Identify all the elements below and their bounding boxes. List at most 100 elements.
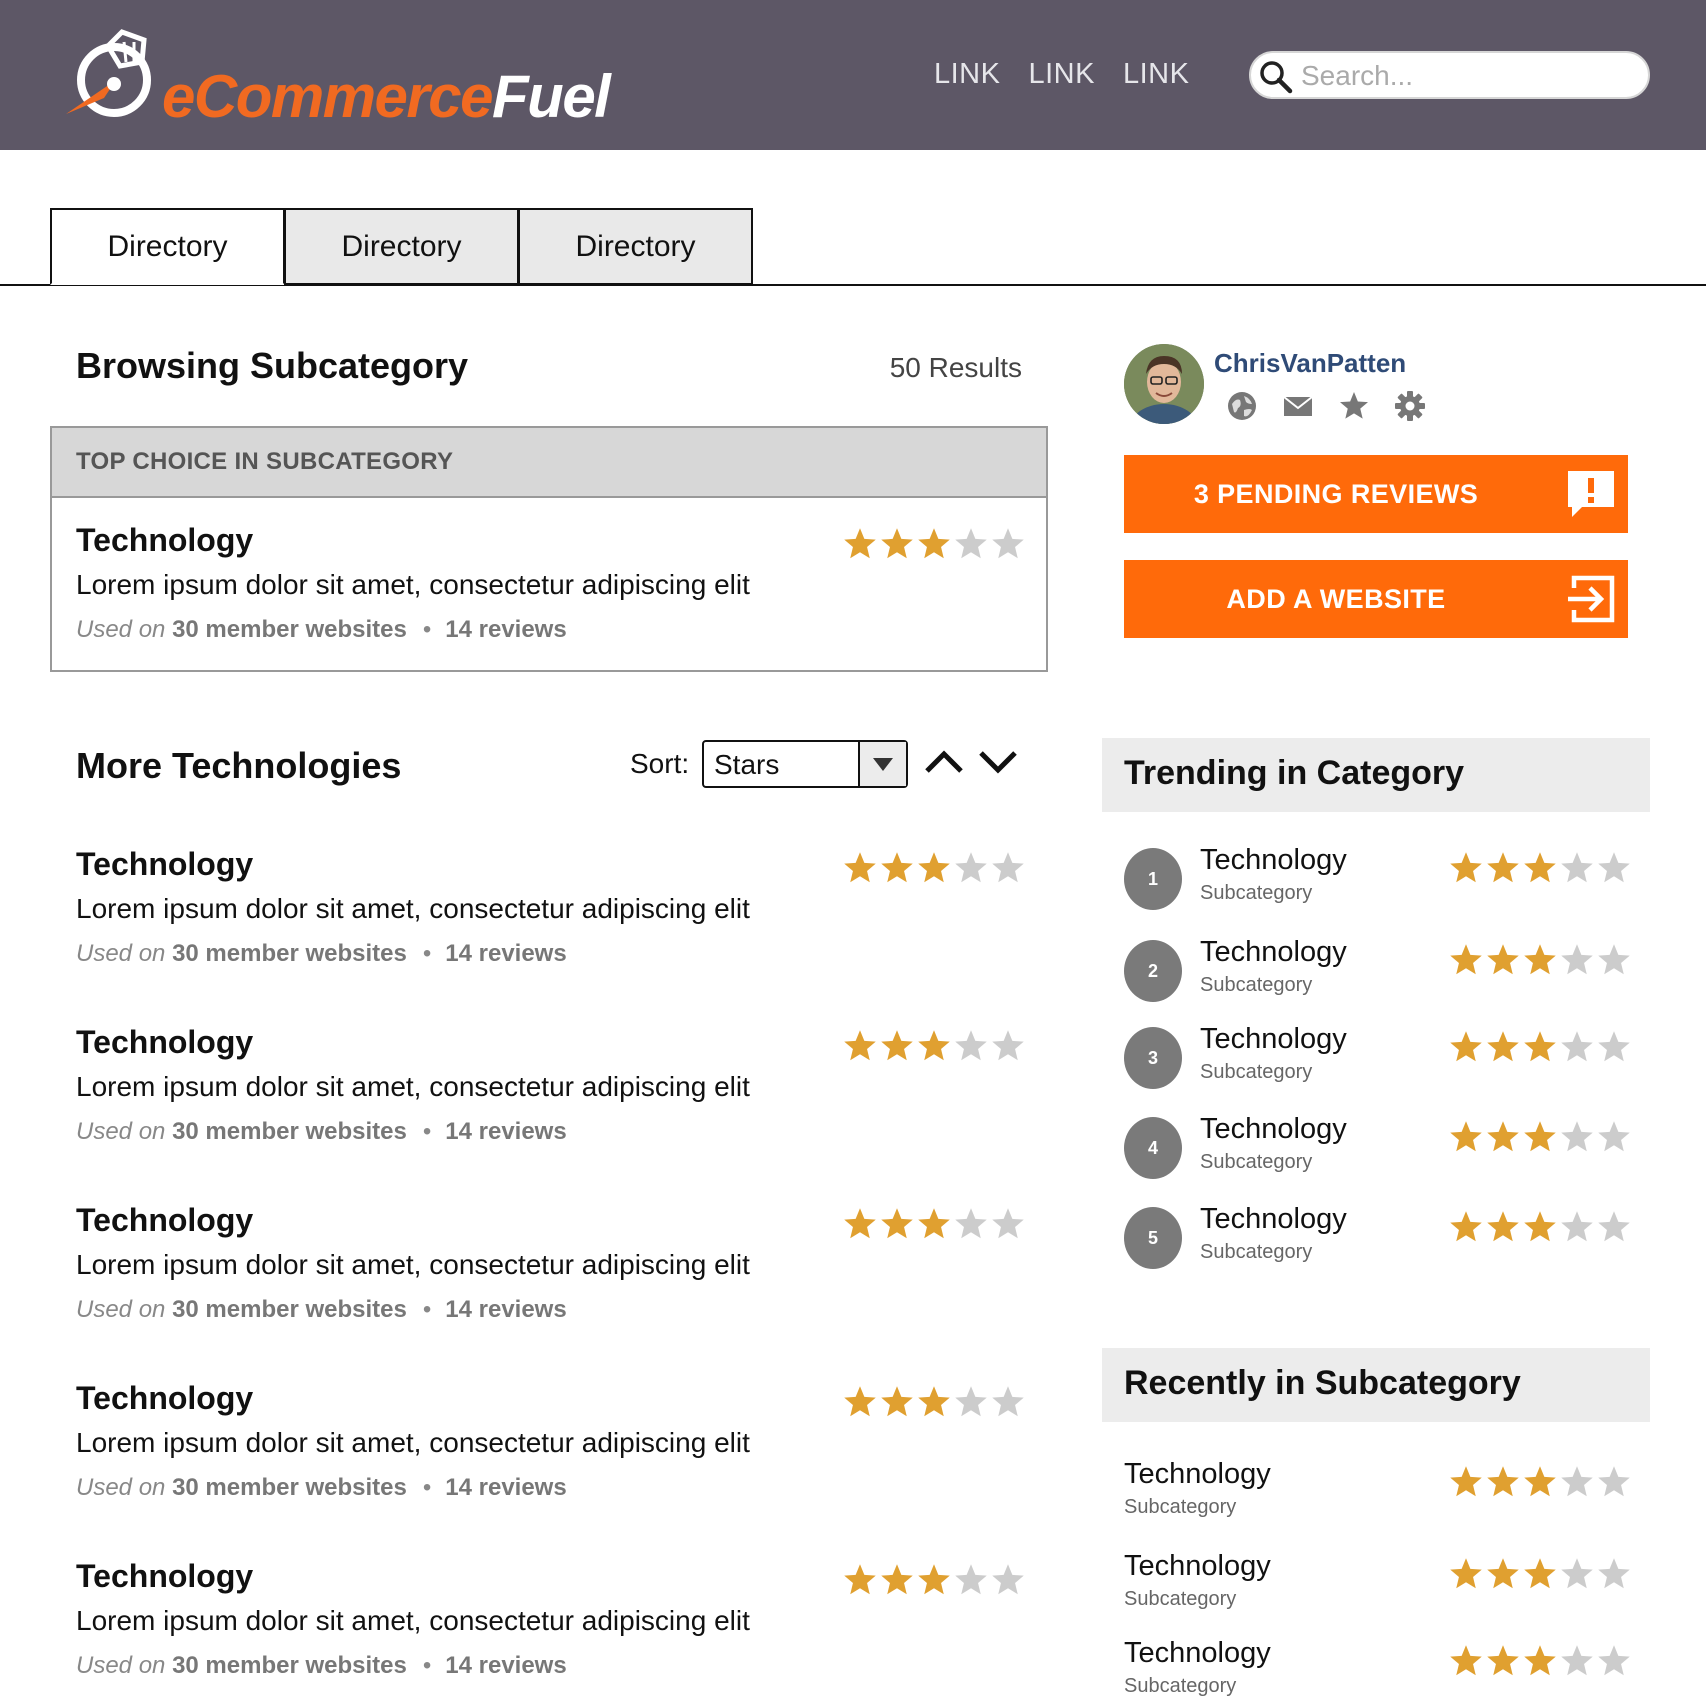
dropdown-button[interactable] [858,742,906,786]
sort-select[interactable]: Stars [702,740,908,788]
star-empty-icon [955,1386,987,1417]
star-filled-icon [1487,1558,1519,1589]
nav-link[interactable]: LINK [1028,58,1094,91]
item-title[interactable]: Technology [76,1024,253,1061]
star-rating [842,1562,1026,1598]
item-title[interactable]: Technology [76,522,253,559]
trending-title[interactable]: Technology [1200,1113,1347,1146]
item-description: Lorem ipsum dolor sit amet, consectetur … [76,1427,750,1458]
avatar[interactable] [1124,344,1204,424]
star-filled-icon [844,528,876,559]
tab-directory-3[interactable]: Directory [518,208,753,285]
list-item[interactable]: Technology Lorem ipsum dolor sit amet, c… [76,1558,1026,1698]
star-icon[interactable] [1338,390,1370,422]
results-count: 50 Results [889,352,1022,383]
list-item[interactable]: Technology Lorem ipsum dolor sit amet, c… [76,1380,1026,1520]
globe-icon[interactable] [1226,390,1258,422]
sort-label: Sort: [630,748,690,779]
star-filled-icon [1487,1645,1519,1676]
star-filled-icon [1487,1211,1519,1242]
trending-item[interactable]: 5 Technology Subcategory [1124,1203,1630,1273]
star-empty-icon [955,1030,987,1061]
username-link[interactable]: ChrisVanPatten [1214,348,1406,379]
trending-item[interactable]: 4 Technology Subcategory [1124,1113,1630,1183]
list-item[interactable]: Technology Lorem ipsum dolor sit amet, c… [76,1202,1026,1342]
item-meta: Used on 30 member websites • 14 reviews [76,1652,567,1679]
list-item[interactable]: Technology Lorem ipsum dolor sit amet, c… [76,846,1026,986]
star-empty-icon [992,1564,1024,1595]
star-empty-icon [1561,944,1593,975]
item-description: Lorem ipsum dolor sit amet, consectetur … [76,1249,750,1280]
rank-badge: 5 [1124,1207,1182,1269]
item-meta: Used on 30 member websites • 14 reviews [76,1118,567,1145]
star-filled-icon [918,1386,950,1417]
trending-item[interactable]: 2 Technology Subcategory [1124,936,1630,1006]
trending-title[interactable]: Technology [1200,936,1347,969]
item-title[interactable]: Technology [76,1202,253,1239]
search-input[interactable] [1301,59,1631,93]
item-title[interactable]: Technology [76,846,253,883]
gear-icon[interactable] [1394,390,1426,422]
star-rating [1448,942,1632,978]
recent-item[interactable]: Technology Subcategory [1124,1550,1630,1620]
sort-descending-button[interactable] [976,742,1020,782]
star-empty-icon [1561,1031,1593,1062]
logo-cart-icon [66,29,151,117]
more-technologies-title: More Technologies [76,745,402,786]
star-filled-icon [881,852,913,883]
recent-title[interactable]: Technology [1124,1458,1271,1491]
star-filled-icon [1524,1558,1556,1589]
star-rating [1448,1464,1632,1500]
mail-icon[interactable] [1282,390,1314,422]
star-filled-icon [881,1208,913,1239]
star-empty-icon [1561,1466,1593,1497]
top-choice-item[interactable]: Technology Lorem ipsum dolor sit amet, c… [76,522,1026,662]
star-filled-icon [1450,852,1482,883]
header-nav: LINK LINK LINK [934,58,1189,91]
star-empty-icon [1598,1031,1630,1062]
star-rating [1448,1119,1632,1155]
trending-header: Trending in Category [1102,738,1650,812]
star-filled-icon [1450,1031,1482,1062]
enter-icon [1568,575,1615,623]
alert-message-icon [1568,471,1614,517]
star-filled-icon [881,1564,913,1595]
chevron-down-icon [979,751,1017,774]
tab-directory-2[interactable]: Directory [284,208,519,285]
recent-title[interactable]: Technology [1124,1550,1271,1583]
star-filled-icon [918,852,950,883]
tab-directory-1[interactable]: Directory [50,208,285,285]
trending-title[interactable]: Technology [1200,844,1347,877]
item-title[interactable]: Technology [76,1380,253,1417]
star-filled-icon [881,1386,913,1417]
star-filled-icon [1524,1466,1556,1497]
recent-item[interactable]: Technology Subcategory [1124,1458,1630,1528]
star-filled-icon [881,528,913,559]
sort-ascending-button[interactable] [922,742,966,782]
add-website-button[interactable]: ADD A WEBSITE [1124,560,1628,638]
trending-item[interactable]: 3 Technology Subcategory [1124,1023,1630,1093]
star-filled-icon [1450,1645,1482,1676]
star-filled-icon [1487,1031,1519,1062]
nav-link[interactable]: LINK [1123,58,1189,91]
trending-item[interactable]: 1 Technology Subcategory [1124,844,1630,914]
list-item[interactable]: Technology Lorem ipsum dolor sit amet, c… [76,1024,1026,1164]
star-filled-icon [1450,1466,1482,1497]
item-title[interactable]: Technology [76,1558,253,1595]
item-meta: Used on 30 member websites • 14 reviews [76,940,567,967]
star-empty-icon [1598,1466,1630,1497]
trending-title[interactable]: Technology [1200,1023,1347,1056]
star-empty-icon [992,852,1024,883]
recent-item[interactable]: Technology Subcategory [1124,1637,1630,1706]
star-empty-icon [1561,1121,1593,1152]
recent-title[interactable]: Technology [1124,1637,1271,1670]
item-description: Lorem ipsum dolor sit amet, consectetur … [76,1605,750,1636]
nav-link[interactable]: LINK [934,58,1000,91]
logo[interactable]: eCommerceFuel [64,28,611,130]
recent-subcategory: Subcategory [1124,1496,1237,1518]
pending-reviews-button[interactable]: 3 PENDING REVIEWS [1124,455,1628,533]
star-empty-icon [1561,1558,1593,1589]
star-empty-icon [992,528,1024,559]
trending-title[interactable]: Technology [1200,1203,1347,1236]
star-empty-icon [955,528,987,559]
